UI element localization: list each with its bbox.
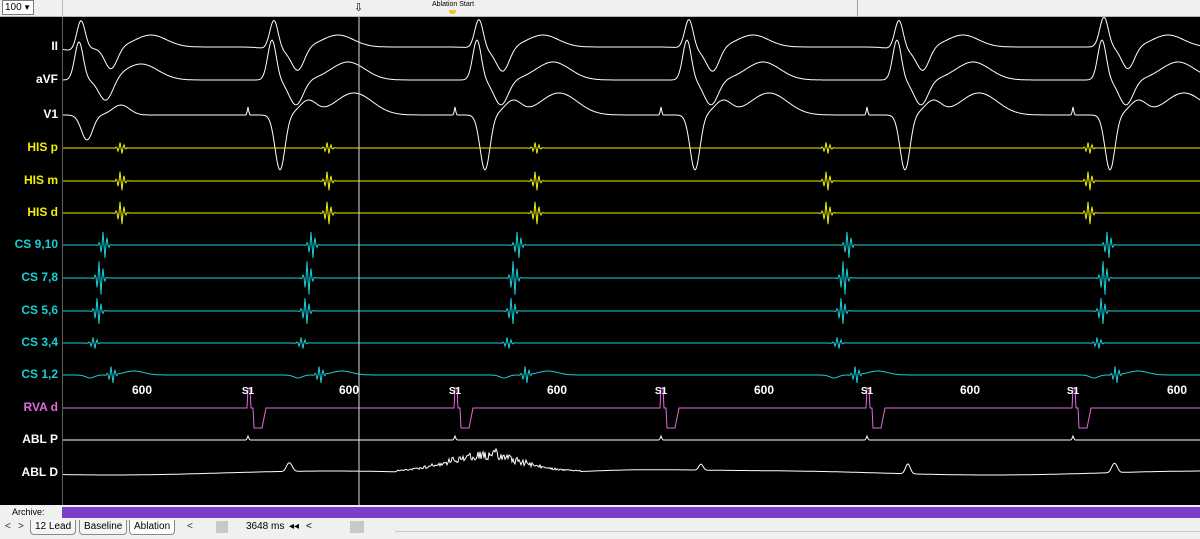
- stim-label: S1: [449, 386, 462, 397]
- toolbar-divider: [857, 0, 858, 16]
- step-back-icon[interactable]: <: [306, 521, 312, 532]
- trace-abl-d: [62, 447, 1200, 476]
- trace-v1: [63, 92, 1200, 171]
- trace-avf: [62, 39, 1200, 106]
- tabs-row: < > 12 Lead Baseline Ablation < 3648 ms …: [0, 519, 1200, 538]
- stim-label: S1: [861, 386, 874, 397]
- ecg-trace-canvas: 600 600 600 600 600 600 S1 S1 S1 S1 S1: [62, 16, 1200, 505]
- channel-label-column: II aVF V1 HIS p HIS m HIS d CS 9,10 CS 7,8 CS 5,…: [0, 17, 62, 505]
- ablation-start-marker-label[interactable]: Ablation Start: [432, 0, 474, 9]
- chevron-down-icon: ▼: [23, 3, 31, 12]
- trace-abl-p: [63, 434, 1200, 441]
- channel-label-his-m: HIS m: [23, 173, 58, 187]
- channel-label-abl-d: ABL D: [21, 465, 58, 479]
- trace-his-m: [63, 171, 1200, 191]
- trace-ii: [62, 16, 1200, 72]
- interval-label: 600: [1167, 383, 1187, 397]
- channel-label-abl-p: ABL P: [22, 432, 58, 446]
- ecg-trace-area[interactable]: 600 600 600 600 600 600 S1 S1 S1 S1 S1: [62, 16, 1200, 505]
- fast-back-icon[interactable]: ◂◂: [289, 521, 299, 532]
- tab-12-lead[interactable]: 12 Lead: [30, 520, 77, 535]
- trace-cs-9-10: [63, 231, 1200, 259]
- stim-label: S1: [242, 386, 255, 397]
- trace-rva-d: [63, 387, 1200, 429]
- channel-label-ii: II: [51, 39, 58, 53]
- channel-label-rva-d: RVA d: [23, 400, 58, 414]
- zoom-select[interactable]: 100 ▼: [2, 0, 34, 15]
- timeline-back-icon[interactable]: <: [187, 521, 193, 532]
- channel-label-cs-3-4: CS 3,4: [21, 335, 58, 349]
- stim-label: S1: [1067, 386, 1080, 397]
- window-duration: 3648 ms: [246, 521, 285, 532]
- channel-label-his-p: HIS p: [27, 140, 58, 154]
- tab-baseline[interactable]: Baseline: [79, 520, 128, 535]
- trace-his-d: [63, 201, 1200, 225]
- status-divider: [395, 531, 1200, 532]
- cursor-handle-icon[interactable]: ⇩: [354, 3, 363, 14]
- scroll-left-icon[interactable]: <: [5, 521, 11, 532]
- ablation-start-marker-icon[interactable]: [449, 10, 456, 14]
- channel-label-cs-7-8: CS 7,8: [21, 270, 58, 284]
- archive-timeline-bar[interactable]: [62, 507, 1200, 518]
- timeline-scroll-thumb[interactable]: [216, 521, 228, 533]
- trace-cs-3-4: [63, 337, 1200, 349]
- channel-label-cs-5-6: CS 5,6: [21, 303, 58, 317]
- interval-label: 600: [547, 383, 567, 397]
- channel-label-cs-1-2: CS 1,2: [21, 367, 58, 381]
- bottom-bar: Archive: < > 12 Lead Baseline Ablation <…: [0, 505, 1200, 539]
- archive-label: Archive:: [12, 507, 45, 517]
- stim-label: S1: [655, 386, 668, 397]
- channel-label-avf: aVF: [35, 72, 58, 86]
- tab-ablation[interactable]: Ablation: [129, 520, 176, 535]
- trace-cs-5-6: [63, 297, 1200, 325]
- interval-label: 600: [960, 383, 980, 397]
- interval-label: 600: [339, 383, 359, 397]
- interval-label: 600: [754, 383, 774, 397]
- toolbar-divider: [62, 0, 63, 16]
- trace-his-p: [63, 142, 1200, 154]
- trace-cs-7-8: [63, 261, 1200, 295]
- channel-label-v1: V1: [43, 107, 58, 121]
- scroll-thumb[interactable]: [350, 521, 364, 533]
- zoom-value: 100: [5, 2, 22, 13]
- top-toolbar: 100 ▼ ⇩ Ablation Start: [0, 0, 1200, 17]
- channel-label-cs-9-10: CS 9,10: [14, 237, 58, 251]
- interval-label: 600: [132, 383, 152, 397]
- channel-label-his-d: HIS d: [27, 205, 58, 219]
- trace-cs-1-2: [63, 366, 1200, 384]
- scroll-right-icon[interactable]: >: [18, 521, 24, 532]
